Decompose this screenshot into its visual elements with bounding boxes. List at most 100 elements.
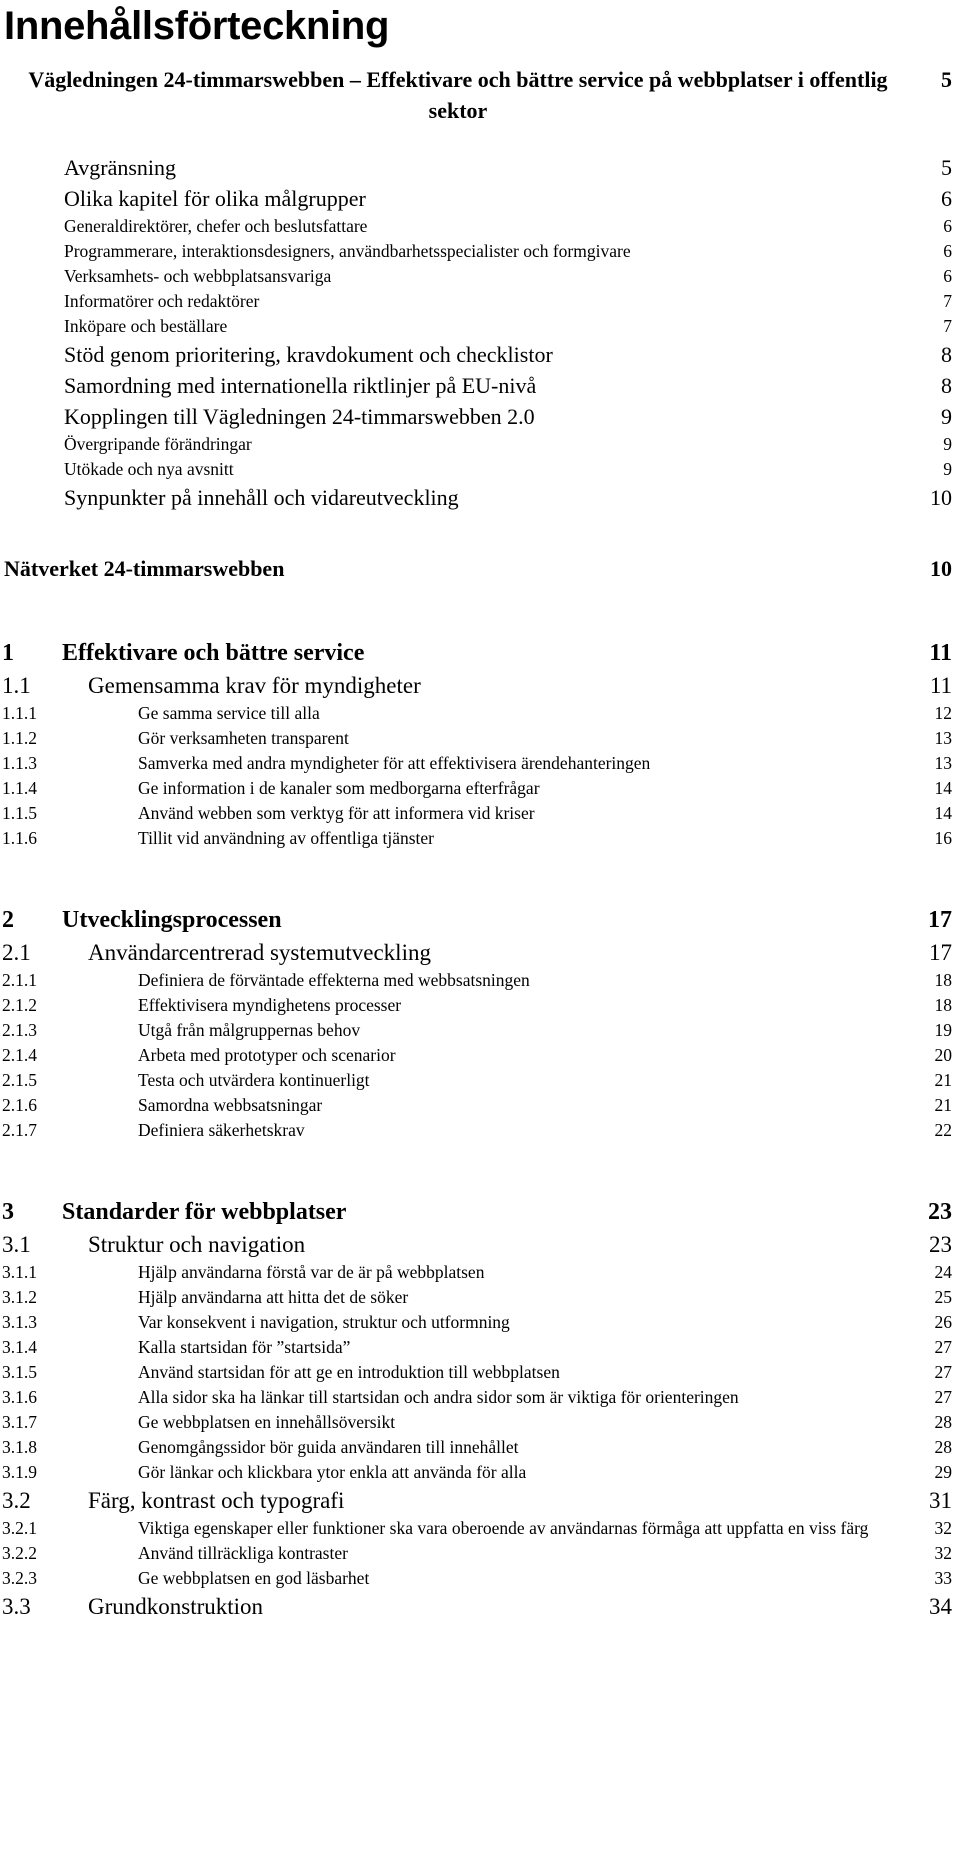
toc-entry-s2-1-2[interactable]: 2.1.2 Effektivisera myndighetens processe… [0, 993, 952, 1018]
toc-entry-page: 16 [934, 828, 953, 848]
toc-entry-avgransning[interactable]: Avgränsning 5 [0, 152, 952, 183]
toc-entry-page: 25 [934, 1287, 953, 1307]
toc-entry-s3-1-5[interactable]: 3.1.5 Använd startsidan för att ge en int… [0, 1360, 952, 1385]
toc-entry-natverket[interactable]: Nätverket 24-timmarswebben 10 [0, 553, 952, 584]
toc-entry-label: Definiera de förväntade effekterna med w… [138, 970, 530, 990]
toc-entry-page: 29 [934, 1462, 953, 1482]
toc-entry-number: 3.1.8 [2, 1437, 37, 1457]
toc-entry-number: 3.2 [2, 1488, 31, 1513]
toc-entry-s3-1-3[interactable]: 3.1.3 Var konsekvent i navigation, strukt… [0, 1310, 952, 1335]
toc-entry-label: Programmerare, interaktionsdesigners, an… [64, 241, 631, 261]
toc-entry-synpunkter[interactable]: Synpunkter på innehåll och vidareutveckl… [0, 482, 952, 513]
toc-entry-s3-1-1[interactable]: 3.1.1 Hjälp användarna förstå var de är p… [0, 1260, 952, 1285]
toc-entry-s1-1-6[interactable]: 1.1.6 Tillit vid användning av offentliga… [0, 826, 952, 851]
toc-entry-number: 2.1.7 [2, 1120, 37, 1140]
toc-entry-number: 3.3 [2, 1594, 31, 1619]
toc-entry-page: 12 [934, 703, 953, 723]
toc-entry-s2-1-3[interactable]: 2.1.3 Utgå från målgruppernas behov 19 [0, 1018, 952, 1043]
toc-entry-page: 23 [928, 1199, 952, 1225]
toc-entry-s3-1-6[interactable]: 3.1.6 Alla sidor ska ha länkar till start… [0, 1385, 952, 1410]
toc-entry-s2-1-1[interactable]: 2.1.1 Definiera de förväntade effekterna … [0, 968, 952, 993]
toc-entry-ch3[interactable]: 3 Standarder för webbplatser 23 [0, 1195, 952, 1229]
toc-entry-generaldirektorer[interactable]: Generaldirektörer, chefer och beslutsfat… [0, 214, 952, 239]
toc-entry-page: 34 [929, 1594, 952, 1619]
toc-entry-page: 22 [934, 1120, 953, 1140]
toc-entry-title[interactable]: Vägledningen 24-timmarswebben – Effektiv… [0, 64, 952, 126]
toc-entry-s2-1-4[interactable]: 2.1.4 Arbeta med prototyper och scenarior… [0, 1043, 952, 1068]
toc-entry-s1-1-3[interactable]: 1.1.3 Samverka med andra myndigheter för … [0, 751, 952, 776]
toc-entry-label: Genomgångssidor bör guida användaren til… [138, 1437, 519, 1457]
toc-entry-s1-1-2[interactable]: 1.1.2 Gör verksamheten transparent 13 [0, 726, 952, 751]
toc-entry-number: 3.1.3 [2, 1312, 37, 1332]
toc-entry-s2-1-6[interactable]: 2.1.6 Samordna webbsatsningar 21 [0, 1093, 952, 1118]
toc-entry-label: Testa och utvärdera kontinuerligt [138, 1070, 370, 1090]
toc-entry-overgripande[interactable]: Övergripande förändringar 9 [0, 432, 952, 457]
toc-entry-number: 1.1 [2, 673, 31, 698]
toc-entry-inkopare[interactable]: Inköpare och beställare 7 [0, 314, 952, 339]
toc-entry-s1-1-4[interactable]: 1.1.4 Ge information i de kanaler som med… [0, 776, 952, 801]
toc-entry-label: Informatörer och redaktörer [64, 291, 260, 311]
toc-entry-label: Ge information i de kanaler som medborga… [138, 778, 540, 798]
toc-entry-ch2[interactable]: 2 Utvecklingsprocessen 17 [0, 903, 952, 937]
toc-entry-number: 3.1.4 [2, 1337, 37, 1357]
toc-entry-page: 19 [934, 1020, 953, 1040]
toc-entry-s3-2-2[interactable]: 3.2.2 Använd tillräckliga kontraster 32 [0, 1541, 952, 1566]
toc-entry-page: 6 [943, 241, 952, 261]
toc-entry-s3-2[interactable]: 3.2 Färg, kontrast och typografi 31 [0, 1485, 952, 1516]
toc-entry-s3-1-8[interactable]: 3.1.8 Genomgångssidor bör guida användare… [0, 1435, 952, 1460]
toc-entry-olika-kapitel[interactable]: Olika kapitel för olika målgrupper 6 [0, 183, 952, 214]
toc-entry-page: 32 [934, 1543, 953, 1563]
toc-entry-s3-1-4[interactable]: 3.1.4 Kalla startsidan för ”startsida” 27 [0, 1335, 952, 1360]
toc-entry-page: 8 [941, 342, 952, 367]
toc-entry-informatorer[interactable]: Informatörer och redaktörer 7 [0, 289, 952, 314]
toc-entry-label: Samordning med internationella riktlinje… [64, 373, 537, 398]
toc-entry-s3-1-2[interactable]: 3.1.2 Hjälp användarna att hitta det de s… [0, 1285, 952, 1310]
toc-entry-s3-3[interactable]: 3.3 Grundkonstruktion 34 [0, 1591, 952, 1622]
toc-entry-number: 1.1.5 [2, 803, 37, 823]
toc-entry-s2-1-5[interactable]: 2.1.5 Testa och utvärdera kontinuerligt 21 [0, 1068, 952, 1093]
toc-entry-ch1[interactable]: 1 Effektivare och bättre service 11 [0, 636, 952, 670]
toc-group-spacer [0, 584, 960, 636]
toc-entry-label: Grundkonstruktion [88, 1594, 264, 1619]
toc-entry-s3-2-1[interactable]: 3.2.1 Viktiga egenskaper eller funktioner… [0, 1516, 952, 1541]
toc-entry-s1-1[interactable]: 1.1 Gemensamma krav för myndigheter 11 [0, 670, 952, 701]
toc-entry-s2-1[interactable]: 2.1 Användarcentrerad systemutveckling 17 [0, 937, 952, 968]
toc-entry-stod-genom[interactable]: Stöd genom prioritering, kravdokument oc… [0, 339, 952, 370]
toc-entry-label: Samordna webbsatsningar [138, 1095, 323, 1115]
toc-entry-s3-1[interactable]: 3.1 Struktur och navigation 23 [0, 1229, 952, 1260]
toc-entry-label: Utvecklingsprocessen [62, 907, 282, 933]
toc-entry-label: Avgränsning [64, 155, 177, 180]
toc-entry-label: Hjälp användarna förstå var de är på web… [138, 1262, 485, 1282]
toc-entry-programmerare[interactable]: Programmerare, interaktionsdesigners, an… [0, 239, 952, 264]
toc-entry-number: 2.1.4 [2, 1045, 37, 1065]
toc-entry-s1-1-1[interactable]: 1.1.1 Ge samma service till alla 12 [0, 701, 952, 726]
toc-entry-utokade[interactable]: Utökade och nya avsnitt 9 [0, 457, 952, 482]
toc-entry-number: 3.1.6 [2, 1387, 37, 1407]
toc-entry-page: 6 [943, 216, 952, 236]
toc-entry-s1-1-5[interactable]: 1.1.5 Använd webben som verktyg för att i… [0, 801, 952, 826]
toc-entry-page: 24 [934, 1262, 953, 1282]
toc-entry-s3-1-7[interactable]: 3.1.7 Ge webbplatsen en innehållsöversikt… [0, 1410, 952, 1435]
toc-entry-verksamhets[interactable]: Verksamhets- och webbplatsansvariga 6 [0, 264, 952, 289]
toc-entry-kopplingen[interactable]: Kopplingen till Vägledningen 24-timmarsw… [0, 401, 952, 432]
toc-entry-s3-2-3[interactable]: 3.2.3 Ge webbplatsen en god läsbarhet 33 [0, 1566, 952, 1591]
toc-entry-page: 21 [934, 1095, 953, 1115]
toc-entry-label: Samverka med andra myndigheter för att e… [138, 753, 651, 773]
toc-entry-label: Effektivisera myndighetens processer [138, 995, 402, 1015]
toc-entry-label: Kopplingen till Vägledningen 24-timmarsw… [64, 404, 535, 429]
toc-entry-label: Användarcentrerad systemutveckling [88, 940, 431, 965]
toc-entry-label: Definiera säkerhetskrav [138, 1120, 305, 1140]
toc-entry-s2-1-7[interactable]: 2.1.7 Definiera säkerhetskrav 22 [0, 1118, 952, 1143]
toc-entry-label: Generaldirektörer, chefer och beslutsfat… [64, 216, 368, 236]
toc-entry-s3-1-9[interactable]: 3.1.9 Gör länkar och klickbara ytor enkla… [0, 1460, 952, 1485]
toc-entry-number: 3.2.2 [2, 1543, 37, 1563]
toc-entry-number: 3.1.1 [2, 1262, 37, 1282]
toc-entry-number: 3.1.5 [2, 1362, 37, 1382]
toc-entry-page: 8 [941, 373, 952, 398]
toc-entry-number: 3.2.3 [2, 1568, 37, 1588]
toc-entry-label: Ge samma service till alla [138, 703, 320, 723]
toc-entry-samordning-eu[interactable]: Samordning med internationella riktlinje… [0, 370, 952, 401]
toc-entry-page: 21 [934, 1070, 953, 1090]
toc-entry-label: Olika kapitel för olika målgrupper [64, 186, 366, 211]
toc-entry-page: 17 [929, 940, 952, 965]
